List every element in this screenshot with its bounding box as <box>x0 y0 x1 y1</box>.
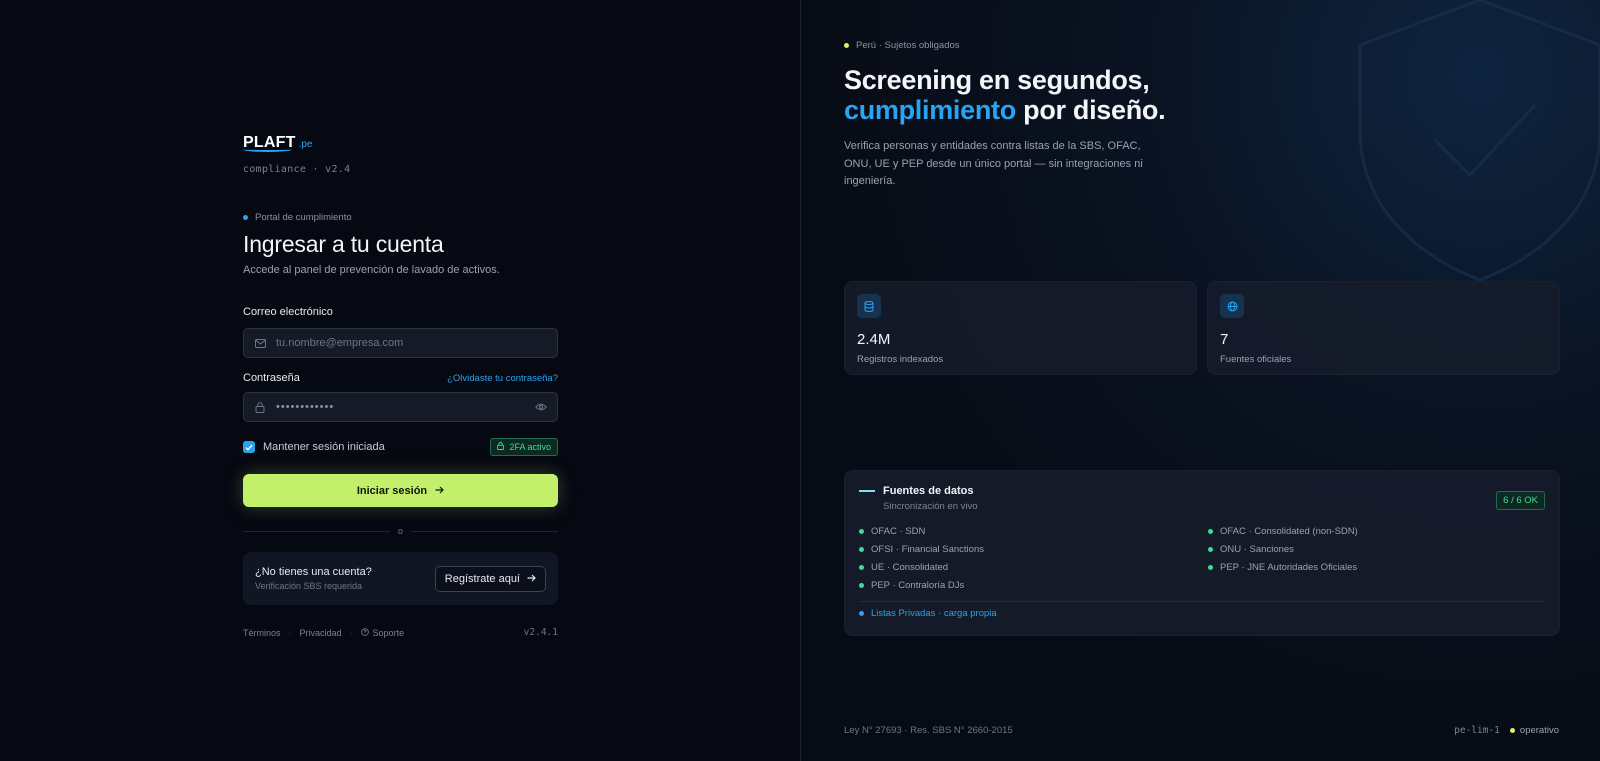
list-item: OFSI · Financial Sanctions <box>859 544 1208 555</box>
eyebrow-dot-icon <box>243 215 248 220</box>
support-link[interactable]: Soporte <box>360 627 405 638</box>
system-status-text: operativo <box>1519 725 1559 736</box>
stat-label: Registros indexados <box>857 354 944 365</box>
brand-tagline: compliance · v2.4 <box>243 164 351 175</box>
hero-accent: cumplimiento <box>844 95 1016 125</box>
source-name: ONU · Sanciones <box>1220 544 1294 555</box>
email-input[interactable] <box>276 337 547 349</box>
sources-subtitle: Sincronización en vivo <box>883 501 978 512</box>
source-name: UE · Consolidated <box>871 562 949 573</box>
source-name: OFAC · Consolidated (non-SDN) <box>1220 526 1358 537</box>
lock-icon <box>254 401 266 413</box>
source-name: PEP · Contraloría DJs <box>871 580 965 591</box>
stat-label: Fuentes oficiales <box>1220 354 1292 365</box>
arrow-right-icon <box>435 485 445 497</box>
mail-icon <box>254 337 266 349</box>
hero-eyebrow: Perú · Sujetos obligados <box>844 40 1561 51</box>
login-title: Ingresar a tu cuenta <box>243 231 444 257</box>
private-lists-label: Listas Privadas · carga propia <box>871 608 997 619</box>
status-dot-icon <box>859 529 864 534</box>
version-label: v2.4.1 <box>523 627 558 638</box>
remember-label: Mantener sesión iniciada <box>263 441 385 453</box>
list-item: OFAC · Consolidated (non-SDN) <box>1208 526 1557 537</box>
source-name: PEP · JNE Autoridades Oficiales <box>1220 562 1358 573</box>
source-name: OFAC · SDN <box>871 526 926 537</box>
twofa-badge: 2FA activo <box>490 438 558 456</box>
eye-icon[interactable] <box>535 401 547 413</box>
stat-card-records: 2.4M Registros indexados <box>844 281 1197 375</box>
list-item: PEP · JNE Autoridades Oficiales <box>1208 562 1557 573</box>
remember-me[interactable]: Mantener sesión iniciada <box>243 441 385 453</box>
sources-list: OFAC · SDN OFAC · Consolidated (non-SDN)… <box>859 526 1545 591</box>
list-item: ONU · Sanciones <box>1208 544 1557 555</box>
or-divider: o <box>243 526 559 536</box>
email-label: Correo electrónico <box>243 306 333 318</box>
status-dot-icon <box>859 583 864 588</box>
privacy-link[interactable]: Privacidad <box>300 628 342 638</box>
status-dot-icon <box>844 43 849 48</box>
login-form-container: PLAFT .pe compliance · v2.4 Portal de cu… <box>243 134 559 638</box>
help-circle-icon <box>360 627 369 638</box>
login-submit-button[interactable]: Iniciar sesión <box>243 474 558 507</box>
register-button[interactable]: Regístrate aquí <box>434 565 546 592</box>
globe-icon <box>1220 294 1244 318</box>
logo-swoosh <box>243 147 292 152</box>
status-dot-icon <box>1509 728 1515 733</box>
register-note: Verificación SBS requerida <box>255 581 363 591</box>
check-icon <box>245 444 253 451</box>
register-button-label: Regístrate aquí <box>444 572 520 585</box>
stat-card-sources: 7 Fuentes oficiales <box>1207 281 1560 375</box>
stat-value: 7 <box>1220 331 1229 348</box>
lock-small-icon <box>497 442 505 452</box>
status-dot-icon <box>859 565 864 570</box>
register-question: ¿No tienes una cuenta? <box>255 566 372 578</box>
email-field[interactable] <box>243 328 558 358</box>
status-dot-icon <box>1208 565 1213 570</box>
status-dot-icon <box>1208 529 1213 534</box>
hero-eyebrow-text: Perú · Sujetos obligados <box>856 40 960 51</box>
login-subtitle: Accede al panel de prevención de lavado … <box>243 264 500 276</box>
list-item: PEP · Contraloría DJs <box>859 580 1208 591</box>
node-id: pe-lim-1 <box>1454 725 1500 736</box>
login-eyebrow: Portal de cumplimiento <box>243 212 558 223</box>
password-input[interactable]: •••••••••••• <box>276 401 525 413</box>
arrow-right-icon <box>527 573 536 585</box>
login-eyebrow-text: Portal de cumplimiento <box>255 212 352 223</box>
or-divider-text: o <box>398 526 404 536</box>
hero-description: Verifica personas y entidades contra lis… <box>844 140 1143 187</box>
sources-status-badge: 6 / 6 OK <box>1496 491 1545 510</box>
sources-title: Fuentes de datos <box>883 485 974 497</box>
marketing-panel: Perú · Sujetos obligados Screening en se… <box>801 0 1600 761</box>
twofa-badge-text: 2FA activo <box>509 442 551 452</box>
list-item: UE · Consolidated <box>859 562 1208 573</box>
support-link-label: Soporte <box>372 627 405 638</box>
forgot-password-link[interactable]: ¿Olvidaste tu contraseña? <box>447 373 558 384</box>
data-sources-card: Fuentes de datos Sincronización en vivo … <box>844 470 1560 636</box>
status-dot-icon <box>859 611 864 616</box>
database-icon <box>857 294 881 318</box>
login-panel: PLAFT .pe compliance · v2.4 Portal de cu… <box>0 0 801 761</box>
source-name: OFSI · Financial Sanctions <box>871 544 984 555</box>
left-footer: Términos · Privacidad · Soporte v2.4.1 <box>243 627 558 638</box>
list-item: OFAC · SDN <box>859 526 1208 537</box>
hero-line-1: Screening en segundos, <box>844 65 1150 95</box>
right-footer: Ley N° 27693 · Res. SBS N° 2660-2015 pe-… <box>844 725 1559 736</box>
hero-headline: Screening en segundos, cumplimiento por … <box>844 65 1561 125</box>
register-card: ¿No tienes una cuenta? Verificación SBS … <box>243 552 558 605</box>
remember-checkbox[interactable] <box>243 441 255 453</box>
stats-row: 2.4M Registros indexados 7 Fuentes ofici… <box>844 281 1560 375</box>
brand-tld: .pe <box>298 139 313 150</box>
system-status: operativo <box>1509 725 1559 736</box>
terms-link[interactable]: Términos <box>243 628 281 638</box>
private-lists-item[interactable]: Listas Privadas · carga propia <box>859 608 1545 619</box>
login-submit-label: Iniciar sesión <box>356 484 428 497</box>
legal-reference: Ley N° 27693 · Res. SBS N° 2660-2015 <box>844 725 1013 736</box>
password-label: Contraseña <box>243 372 300 384</box>
status-dot-icon <box>859 547 864 552</box>
hero-line-2: por diseño. <box>1015 95 1166 125</box>
status-dot-icon <box>1208 547 1213 552</box>
dash-icon <box>859 490 875 492</box>
password-field[interactable]: •••••••••••• <box>243 392 558 422</box>
stat-value: 2.4M <box>857 331 891 348</box>
